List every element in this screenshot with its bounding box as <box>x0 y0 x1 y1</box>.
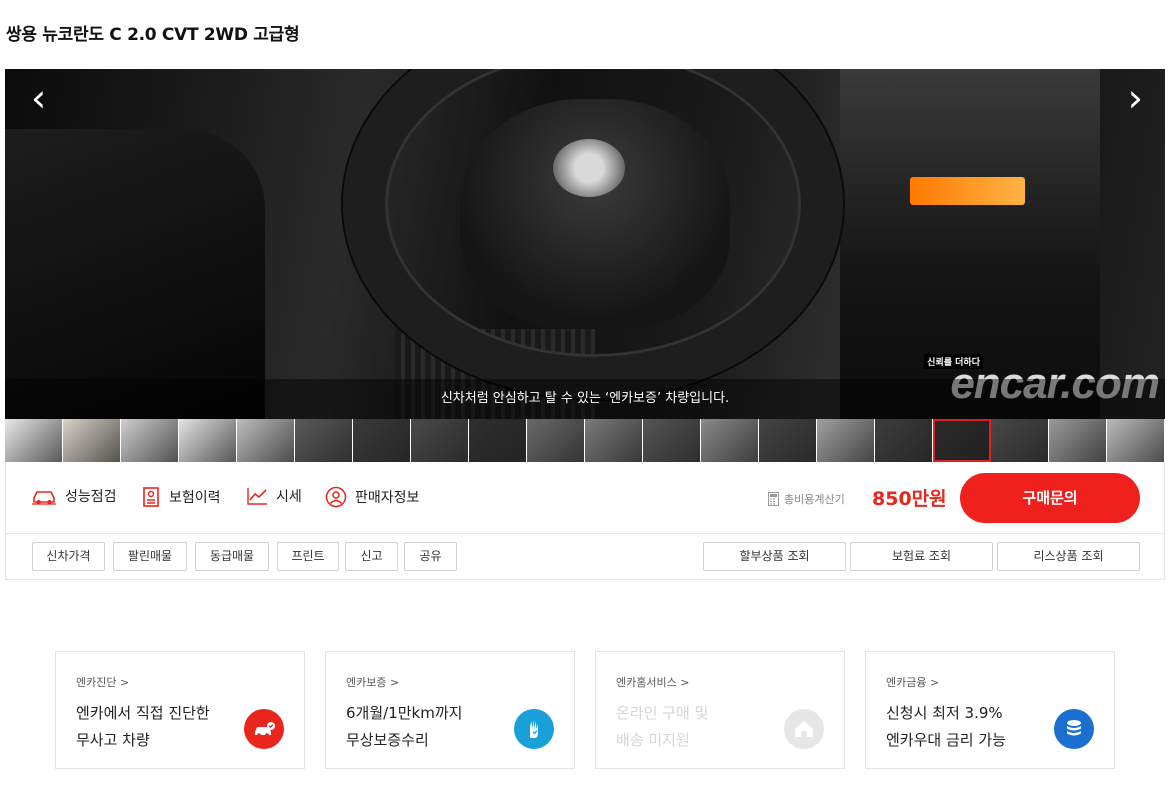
similar-listings-button[interactable]: 동급매물 <box>195 542 269 571</box>
photo-thumbnail[interactable] <box>875 419 933 462</box>
photo-door-panel <box>5 129 265 419</box>
hand-icon <box>514 709 554 749</box>
new-car-price-button[interactable]: 신차가격 <box>32 542 105 571</box>
photo-thumbnail[interactable] <box>933 419 991 462</box>
price: 850만원 <box>872 488 947 510</box>
card-line1: 온라인 구매 및 <box>616 704 709 722</box>
document-icon <box>143 487 159 507</box>
next-photo-arrow-icon[interactable]: › <box>1128 79 1143 117</box>
feature-row: 성능점검 보험이력 시세 판매자정보 총비용계산기 850만원 구매문의 <box>6 462 1164 534</box>
photo-steering-hub <box>460 99 730 329</box>
photo-thumbnail[interactable] <box>701 419 759 462</box>
photo-thumbnail[interactable] <box>759 419 817 462</box>
insurance-lookup-button[interactable]: 보험료 조회 <box>850 542 993 571</box>
purchase-inquiry-button[interactable]: 구매문의 <box>960 473 1140 523</box>
card-category-link[interactable]: 엔카홈서비스 > <box>616 674 689 690</box>
feature-seller-info[interactable]: 판매자정보 <box>325 486 419 508</box>
card-category-link[interactable]: 엔카진단 > <box>76 674 129 690</box>
card-line1: 6개월/1만km까지 <box>346 704 463 722</box>
card-line2: 배송 미지원 <box>616 731 690 749</box>
service-card-diagnosis[interactable]: 엔카진단 > 엔카에서 직접 진단한 무사고 차량 <box>55 651 305 769</box>
service-card-warranty[interactable]: 엔카보증 > 6개월/1만km까지 무상보증수리 <box>325 651 575 769</box>
card-line2: 무상보증수리 <box>346 731 429 749</box>
photo-caption: 신차처럼 안심하고 탈 수 있는 ‘엔카보증’ 차량입니다. <box>5 379 1165 419</box>
photo-thumbnail[interactable] <box>817 419 875 462</box>
installment-lookup-button[interactable]: 할부상품 조회 <box>703 542 846 571</box>
feature-label: 판매자정보 <box>355 490 420 506</box>
share-button[interactable]: 공유 <box>404 542 457 571</box>
card-line1: 신청시 최저 3.9% <box>886 704 1003 722</box>
feature-label: 보험이력 <box>169 490 221 506</box>
card-line1: 엔카에서 직접 진단한 <box>76 704 210 722</box>
lease-lookup-button[interactable]: 리스상품 조회 <box>997 542 1140 571</box>
car-check-icon <box>32 491 56 505</box>
photo-climate-display <box>910 177 1025 205</box>
feature-label: 시세 <box>276 489 302 505</box>
prev-photo-arrow-icon[interactable]: ‹ <box>31 79 46 117</box>
photo-thumbnail[interactable] <box>1107 419 1165 462</box>
photo-thumbnail[interactable] <box>121 419 179 462</box>
card-category-link[interactable]: 엔카보증 > <box>346 674 399 690</box>
photo-thumbnail[interactable] <box>179 419 237 462</box>
photo-thumbnail[interactable] <box>991 419 1049 462</box>
photo-thumbnail[interactable] <box>5 419 63 462</box>
coin-stack-icon <box>1054 709 1094 749</box>
feature-insurance-history[interactable]: 보험이력 <box>141 486 221 508</box>
cost-calculator-label: 총비용계산기 <box>784 493 845 506</box>
photo-thumbnail[interactable] <box>585 419 643 462</box>
photo-thumbnail[interactable] <box>353 419 411 462</box>
home-icon <box>784 709 824 749</box>
photo-thumbnail[interactable] <box>411 419 469 462</box>
card-category-link[interactable]: 엔카금융 > <box>886 674 939 690</box>
photo-thumbnail[interactable] <box>295 419 353 462</box>
print-button[interactable]: 프린트 <box>277 542 339 571</box>
photo-thumbnail[interactable] <box>469 419 527 462</box>
calculator-icon <box>768 492 779 506</box>
photo-thumbnail[interactable] <box>643 419 701 462</box>
feature-market-price[interactable]: 시세 <box>246 486 302 506</box>
cost-calculator-link[interactable]: 총비용계산기 <box>768 491 845 507</box>
photo-thumbnail[interactable] <box>63 419 121 462</box>
main-car-photo[interactable]: ‹ › 신뢰를 더하다 encar.com 신차처럼 안심하고 탈 수 있는 ‘… <box>5 69 1165 419</box>
photo-ssangyong-emblem <box>553 139 625 197</box>
action-panel: 성능점검 보험이력 시세 판매자정보 총비용계산기 850만원 구매문의 신차가… <box>5 462 1165 580</box>
card-line2: 무사고 차량 <box>76 731 150 749</box>
car-check-icon <box>244 709 284 749</box>
photo-thumbnail[interactable] <box>527 419 585 462</box>
service-card-finance[interactable]: 엔카금융 > 신청시 최저 3.9% 엔카우대 금리 가능 <box>865 651 1115 769</box>
feature-label: 성능점검 <box>65 489 117 505</box>
service-card-home-service[interactable]: 엔카홈서비스 > 온라인 구매 및 배송 미지원 <box>595 651 845 769</box>
feature-inspection[interactable]: 성능점검 <box>31 486 117 506</box>
photo-thumbnail[interactable] <box>1049 419 1107 462</box>
page-title: 쌍용 뉴코란도 C 2.0 CVT 2WD 고급형 <box>6 25 300 45</box>
sold-listings-button[interactable]: 팔린매물 <box>113 542 187 571</box>
person-icon <box>325 486 347 508</box>
photo-thumbnail[interactable] <box>237 419 295 462</box>
report-button[interactable]: 신고 <box>345 542 398 571</box>
thumbnail-strip <box>5 419 1165 462</box>
card-line2: 엔카우대 금리 가능 <box>886 731 1006 749</box>
trend-chart-icon <box>247 488 267 505</box>
